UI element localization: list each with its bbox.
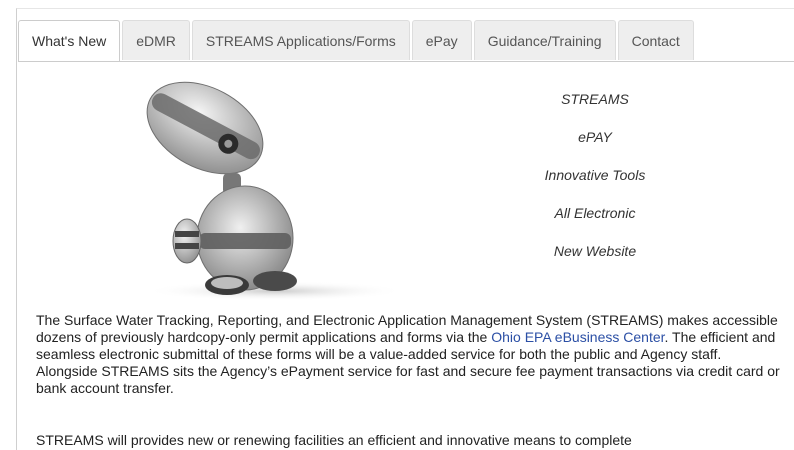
tab-edmr[interactable]: eDMR <box>122 20 190 60</box>
robot-mascot-image <box>145 81 405 301</box>
tab-streams-applications-forms[interactable]: STREAMS Applications/Forms <box>191 20 410 60</box>
tab-guidance-training[interactable]: Guidance/Training <box>473 20 616 60</box>
streams-paragraph: STREAMS will provides new or renewing fa… <box>36 432 632 448</box>
tab-bar: What's New eDMR STREAMS Applications/For… <box>18 20 696 62</box>
feature-list: STREAMS ePAY Innovative Tools All Electr… <box>520 90 670 280</box>
tab-whats-new[interactable]: What's New <box>18 20 121 62</box>
feature-item: Innovative Tools <box>544 167 646 183</box>
feature-item: All Electronic <box>554 205 636 221</box>
feature-item: New Website <box>553 243 637 259</box>
intro-paragraph: The Surface Water Tracking, Reporting, a… <box>36 312 784 397</box>
tab-contact[interactable]: Contact <box>617 20 694 60</box>
tab-underline <box>18 61 794 62</box>
ohio-epa-ebusiness-center-link[interactable]: Ohio EPA eBusiness Center <box>491 329 664 345</box>
feature-item: STREAMS <box>561 91 629 107</box>
tab-epay[interactable]: ePay <box>411 20 472 60</box>
feature-item: ePAY <box>578 129 612 145</box>
